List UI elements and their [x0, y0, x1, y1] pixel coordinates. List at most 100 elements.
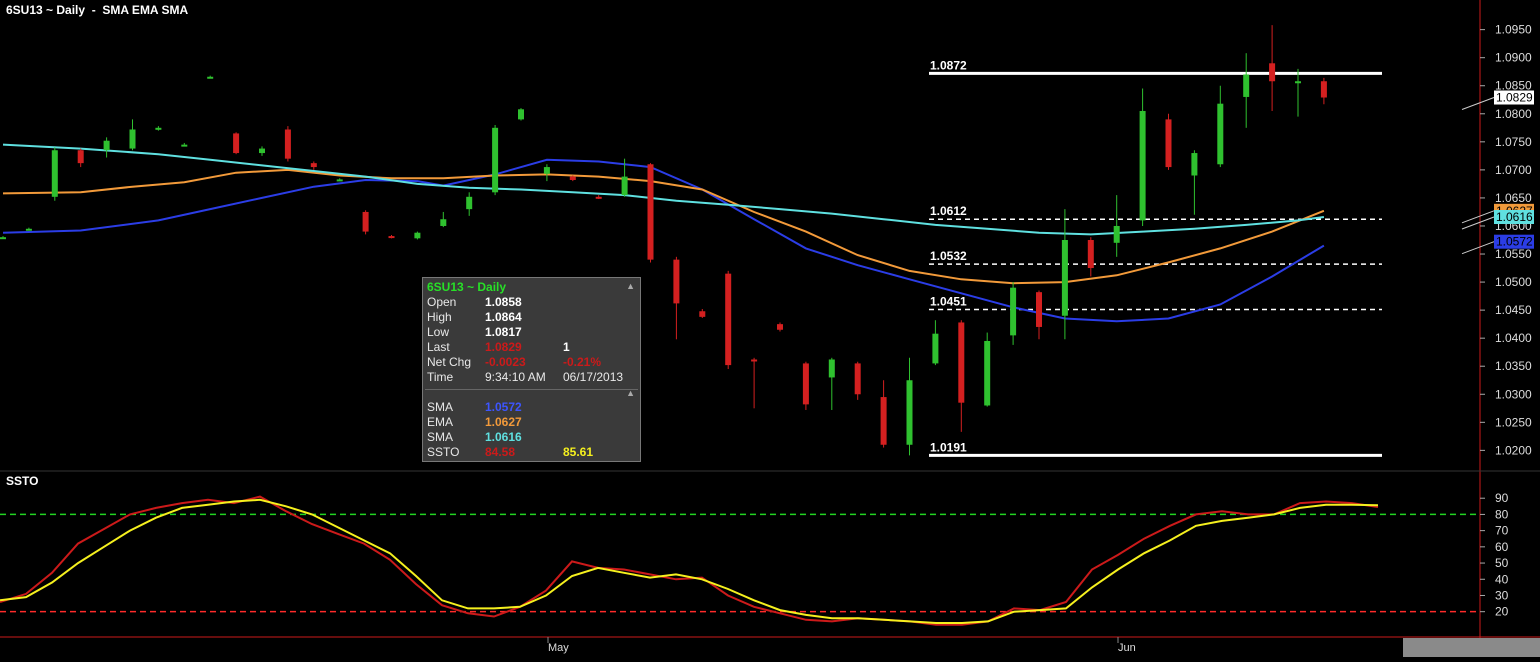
study-row-value: 1.0627 — [485, 415, 522, 429]
candle-body — [1010, 287, 1017, 336]
candle-body — [673, 259, 680, 304]
data-row-label: Net Chg — [427, 355, 472, 369]
candle-body — [388, 236, 395, 239]
data-row-value: 1.0858 — [485, 295, 522, 309]
candle-body — [155, 127, 162, 130]
data-row-value: 1.0864 — [485, 310, 522, 324]
y-tick-label: 1.0200 — [1495, 443, 1532, 457]
candle-body — [647, 164, 654, 260]
candle-body — [103, 140, 110, 151]
y-tick-label: 1.0350 — [1495, 359, 1532, 373]
y-tick-label: 1.0300 — [1495, 387, 1532, 401]
candle-body — [129, 129, 136, 149]
candle-body — [466, 196, 473, 210]
candle-body — [310, 163, 317, 168]
price-level-label: 1.0532 — [930, 249, 967, 263]
osc-y-tick-label: 90 — [1495, 491, 1509, 505]
data-row-label: Last — [427, 340, 450, 354]
candle-body — [1269, 63, 1276, 82]
data-row-label: Open — [427, 295, 457, 309]
price-tag-label: 1.0572 — [1496, 235, 1533, 249]
collapse-triangle-icon[interactable]: ▲ — [626, 281, 635, 291]
candle-body — [440, 219, 447, 226]
data-window[interactable]: 6SU13 ~ Daily ▲ Open 1.0858 High 1.0864 … — [422, 277, 641, 462]
candle-body — [207, 76, 214, 79]
osc-y-tick-label: 40 — [1495, 572, 1509, 586]
horizontal-scroll-thumb[interactable] — [1403, 638, 1540, 657]
candle-body — [51, 150, 58, 197]
candle-body — [414, 232, 421, 239]
candle-body — [880, 397, 887, 445]
study-row-label: SMA — [427, 400, 454, 414]
candle-body — [1139, 110, 1146, 221]
x-label-may: May — [548, 642, 569, 654]
candle-body — [802, 363, 809, 405]
candle-body — [1191, 153, 1198, 176]
data-row-label: Low — [427, 325, 450, 339]
study-row-label: SSTO — [427, 445, 460, 459]
y-tick-label: 1.0400 — [1495, 331, 1532, 345]
price-level-label: 1.0612 — [930, 204, 967, 218]
chart-canvas[interactable]: 1.0872 1.0612 1.0532 1.0451 1.0191 1.0950 1.0… — [0, 0, 1540, 657]
candle-body — [906, 380, 913, 445]
study-row-value-2: 85.61 — [563, 445, 594, 459]
data-row-value: 1.0829 — [485, 340, 522, 354]
chart-title: 6SU13 ~ Daily - SMA EMA SMA — [6, 3, 189, 17]
data-window-header: 6SU13 ~ Daily — [427, 280, 507, 294]
data-row-value-2: 06/17/2013 — [563, 370, 624, 384]
candle-body — [362, 211, 369, 232]
y-tick-label: 1.0800 — [1495, 107, 1532, 121]
candle-body — [1320, 81, 1327, 98]
candle-body — [725, 273, 732, 366]
price-tag-label: 1.0829 — [1496, 91, 1533, 105]
candle-body — [259, 148, 265, 154]
osc-y-tick-label: 50 — [1495, 556, 1509, 570]
candle-body — [25, 228, 32, 231]
candle-body — [233, 133, 240, 154]
candle-body — [932, 333, 939, 364]
data-row-value: 9:34:10 AM — [485, 370, 546, 384]
data-row-value-2: -0.21% — [563, 355, 602, 369]
candle-body — [492, 127, 499, 193]
data-row-value: -0.0023 — [485, 355, 526, 369]
osc-y-tick-label: 20 — [1495, 605, 1509, 619]
osc-y-tick-label: 80 — [1495, 507, 1509, 521]
osc-y-tick-label: 70 — [1495, 524, 1509, 538]
study-row-value: 1.0616 — [485, 430, 522, 444]
y-tick-label: 1.0500 — [1495, 275, 1532, 289]
indicator-title: SSTO — [6, 474, 39, 488]
candle-body — [1061, 240, 1068, 316]
y-tick-label: 1.0450 — [1495, 303, 1532, 317]
chart-stage: 1.0872 1.0612 1.0532 1.0451 1.0191 1.0950 1.0… — [0, 0, 1540, 657]
y-tick-label: 1.0650 — [1495, 191, 1532, 205]
study-row-label: SMA — [427, 430, 454, 444]
candle-body — [569, 176, 576, 180]
candle-body — [958, 322, 965, 403]
candle-body — [336, 179, 343, 182]
candle-body — [284, 129, 291, 159]
candle-body — [1036, 292, 1042, 327]
y-tick-label: 1.0700 — [1495, 163, 1532, 177]
candle-body — [1217, 103, 1224, 165]
data-row-value: 1.0817 — [485, 325, 522, 339]
candle-body — [1295, 81, 1301, 84]
candle-body — [828, 359, 835, 378]
candle-body — [777, 324, 783, 330]
candle-body — [543, 167, 550, 174]
data-window-divider — [425, 389, 638, 390]
candle-body — [595, 196, 602, 199]
candle-body — [699, 311, 706, 317]
osc-y-tick-label: 60 — [1495, 540, 1509, 554]
candle-body — [0, 237, 6, 240]
candle-body — [77, 150, 84, 164]
collapse-triangle-icon[interactable]: ▲ — [626, 388, 635, 398]
candle-body — [1087, 240, 1094, 269]
study-row-label: EMA — [427, 415, 454, 429]
candle-body — [1165, 119, 1172, 168]
candle-body — [621, 176, 628, 196]
data-row-label: High — [427, 310, 452, 324]
y-tick-label: 1.0900 — [1495, 51, 1532, 65]
y-tick-label: 1.0250 — [1495, 415, 1532, 429]
data-row-label: Time — [427, 370, 454, 384]
y-tick-label: 1.0550 — [1495, 247, 1532, 261]
